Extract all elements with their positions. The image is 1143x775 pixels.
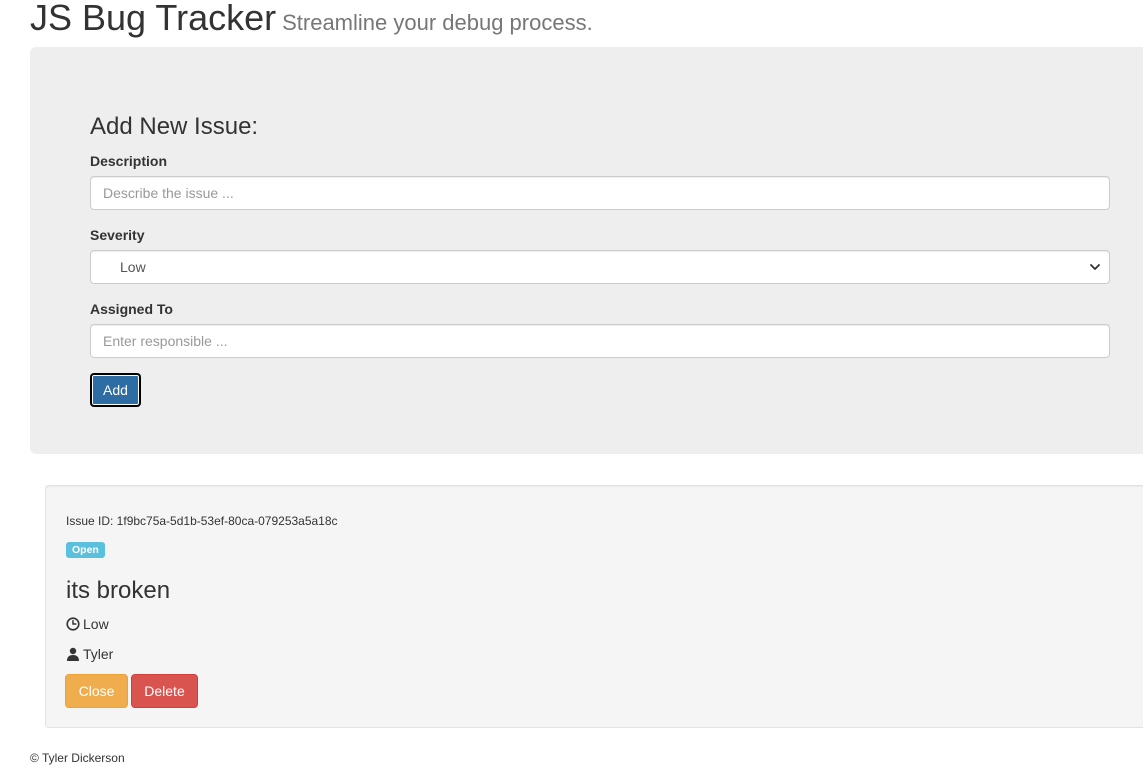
status-badge: Open (66, 542, 105, 558)
issue-assignee-value: Tyler (83, 646, 114, 662)
form-title: Add New Issue: (90, 113, 259, 140)
page: JS Bug Tracker Streamline your debug proc… (0, 0, 1143, 775)
issue-severity: Low (66, 616, 109, 632)
delete-issue-button[interactable]: Delete (131, 674, 198, 708)
description-label: Description (90, 153, 168, 169)
severity-label: Severity (90, 227, 145, 243)
close-issue-button[interactable]: Close (65, 674, 128, 708)
severity-select[interactable]: Low (90, 250, 1110, 284)
severity-selected-value: Low (120, 259, 146, 275)
app-title: JS Bug Tracker (30, 0, 277, 38)
add-issue-button[interactable]: Add (90, 373, 141, 407)
issue-description: its broken (66, 577, 171, 604)
issue-assignee: Tyler (66, 646, 113, 662)
issue-id: Issue ID: 1f9bc75a-5d1b-53ef-80ca-079253… (66, 514, 338, 528)
assigned-to-label: Assigned To (90, 301, 173, 317)
issue-card: Issue ID: 1f9bc75a-5d1b-53ef-80ca-079253… (45, 485, 1143, 728)
assigned-to-input[interactable] (90, 324, 1110, 358)
chevron-down-icon (1090, 264, 1100, 270)
user-icon (67, 647, 79, 661)
clock-icon (66, 617, 80, 631)
add-issue-panel: Add New Issue: Description Severity Low … (30, 47, 1143, 454)
page-header: JS Bug Tracker Streamline your debug proc… (30, 0, 593, 40)
footer-copyright: © Tyler Dickerson (30, 751, 125, 765)
description-input[interactable] (90, 176, 1110, 210)
app-subtitle: Streamline your debug process. (282, 10, 593, 35)
issue-severity-value: Low (83, 616, 109, 632)
